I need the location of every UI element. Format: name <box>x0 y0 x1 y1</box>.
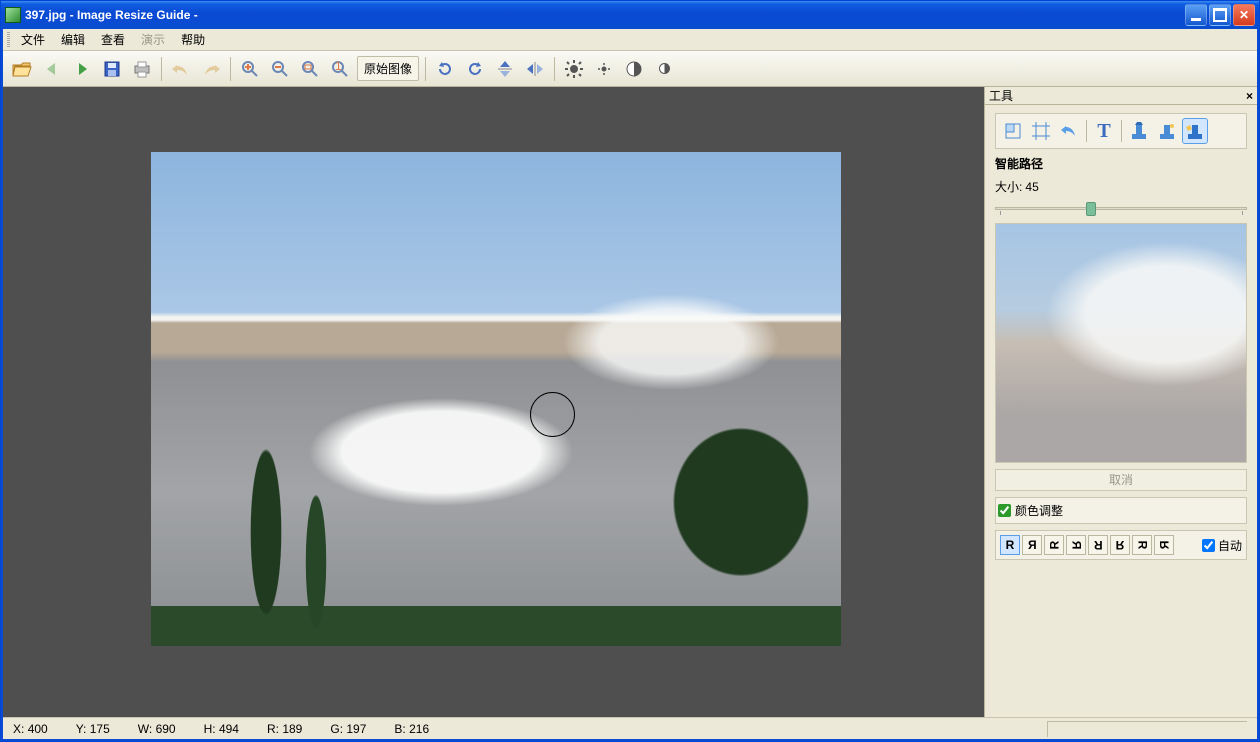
orient-r-mir90[interactable]: R <box>1154 535 1174 555</box>
size-slider[interactable] <box>995 201 1247 217</box>
orient-r-90[interactable]: R <box>1132 535 1152 555</box>
tool-icon-row: T <box>995 113 1247 149</box>
back-icon[interactable] <box>39 56 65 82</box>
window-close-button[interactable] <box>1233 4 1255 26</box>
flip-v-icon[interactable] <box>492 56 518 82</box>
tool-pane: 工具 × T 智能路径 <box>984 87 1257 717</box>
undo-icon[interactable] <box>168 56 194 82</box>
forward-icon[interactable] <box>69 56 95 82</box>
auto-row[interactable]: 自动 <box>1202 537 1242 554</box>
orient-r-270[interactable]: R <box>1044 535 1064 555</box>
menu-edit[interactable]: 编辑 <box>53 29 93 50</box>
color-adjust-row[interactable]: 颜色调整 <box>995 497 1247 524</box>
menu-file[interactable]: 文件 <box>13 29 53 50</box>
status-bar: X: 400 Y: 175 W: 690 H: 494 R: 189 G: 19… <box>3 717 1257 739</box>
smart-path-icon[interactable] <box>1182 118 1208 144</box>
zoom-100-icon[interactable]: 1 <box>327 56 353 82</box>
menu-grip <box>7 32 10 48</box>
zoom-in-icon[interactable] <box>237 56 263 82</box>
save-icon[interactable] <box>99 56 125 82</box>
tool-heading: 智能路径 <box>995 155 1247 172</box>
zoom-out-icon[interactable] <box>267 56 293 82</box>
orient-r-180[interactable]: R <box>1088 535 1108 555</box>
window-minimize-button[interactable] <box>1185 4 1207 26</box>
crop-tool-icon[interactable] <box>1028 118 1054 144</box>
color-adjust-checkbox[interactable] <box>998 504 1011 517</box>
wizard1-icon[interactable] <box>1126 118 1152 144</box>
status-x: 400 <box>28 722 48 736</box>
status-r: 189 <box>282 722 302 736</box>
text-tool-icon[interactable]: T <box>1091 118 1117 144</box>
orient-r-0[interactable]: R <box>1000 535 1020 555</box>
menu-bar: 文件 编辑 查看 演示 帮助 <box>3 29 1257 51</box>
color-adjust-label: 颜色调整 <box>1015 502 1063 519</box>
wizard2-icon[interactable] <box>1154 118 1180 144</box>
menu-demo: 演示 <box>133 29 173 50</box>
status-scroll-region[interactable] <box>1047 721 1247 737</box>
print-icon[interactable] <box>129 56 155 82</box>
main-toolbar: 1 原始图像 <box>3 51 1257 87</box>
brush-cursor-icon <box>530 392 575 437</box>
status-g: 197 <box>346 722 366 736</box>
contrast-icon[interactable] <box>621 56 647 82</box>
redo-icon[interactable] <box>198 56 224 82</box>
contrast-small-icon[interactable] <box>651 56 677 82</box>
rotate-ccw-icon[interactable] <box>432 56 458 82</box>
title-bar[interactable]: 397.jpg - Image Resize Guide - <box>1 1 1259 29</box>
cancel-button[interactable]: 取消 <box>995 469 1247 491</box>
status-h: 494 <box>219 722 239 736</box>
zoom-fit-icon[interactable] <box>297 56 323 82</box>
brightness-small-icon[interactable] <box>591 56 617 82</box>
flip-h-icon[interactable] <box>522 56 548 82</box>
undo-tool-icon[interactable] <box>1056 118 1082 144</box>
size-value: 45 <box>1025 180 1038 194</box>
canvas-area[interactable] <box>3 87 984 717</box>
rotate-cw-icon[interactable] <box>462 56 488 82</box>
status-b: 216 <box>409 722 429 736</box>
tool-pane-close-icon[interactable]: × <box>1246 89 1253 103</box>
tool-pane-title-bar[interactable]: 工具 × <box>985 87 1257 105</box>
orient-r-mir180[interactable]: R <box>1110 535 1130 555</box>
resize-tool-icon[interactable] <box>1000 118 1026 144</box>
original-image-button[interactable]: 原始图像 <box>357 56 419 81</box>
auto-checkbox[interactable] <box>1202 539 1215 552</box>
window-title: 397.jpg - Image Resize Guide - <box>25 8 1185 22</box>
orient-r-mir270[interactable]: R <box>1066 535 1086 555</box>
preview-thumbnail <box>995 223 1247 463</box>
brightness-icon[interactable] <box>561 56 587 82</box>
status-w: 690 <box>156 722 176 736</box>
status-y: 175 <box>90 722 110 736</box>
open-icon[interactable] <box>9 56 35 82</box>
window-maximize-button[interactable] <box>1209 4 1231 26</box>
size-label: 大小: <box>995 180 1022 194</box>
app-icon <box>5 7 21 23</box>
svg-text:1: 1 <box>335 60 342 73</box>
orient-r-mir[interactable]: R <box>1022 535 1042 555</box>
orientation-row: R R R R R R R R 自动 <box>995 530 1247 560</box>
size-label-row: 大小: 45 <box>995 178 1247 195</box>
app-window: 397.jpg - Image Resize Guide - 文件 编辑 查看 … <box>0 0 1260 742</box>
canvas-image[interactable] <box>151 152 841 646</box>
menu-view[interactable]: 查看 <box>93 29 133 50</box>
tool-pane-title: 工具 <box>989 87 1013 104</box>
auto-label: 自动 <box>1218 537 1242 554</box>
menu-help[interactable]: 帮助 <box>173 29 213 50</box>
